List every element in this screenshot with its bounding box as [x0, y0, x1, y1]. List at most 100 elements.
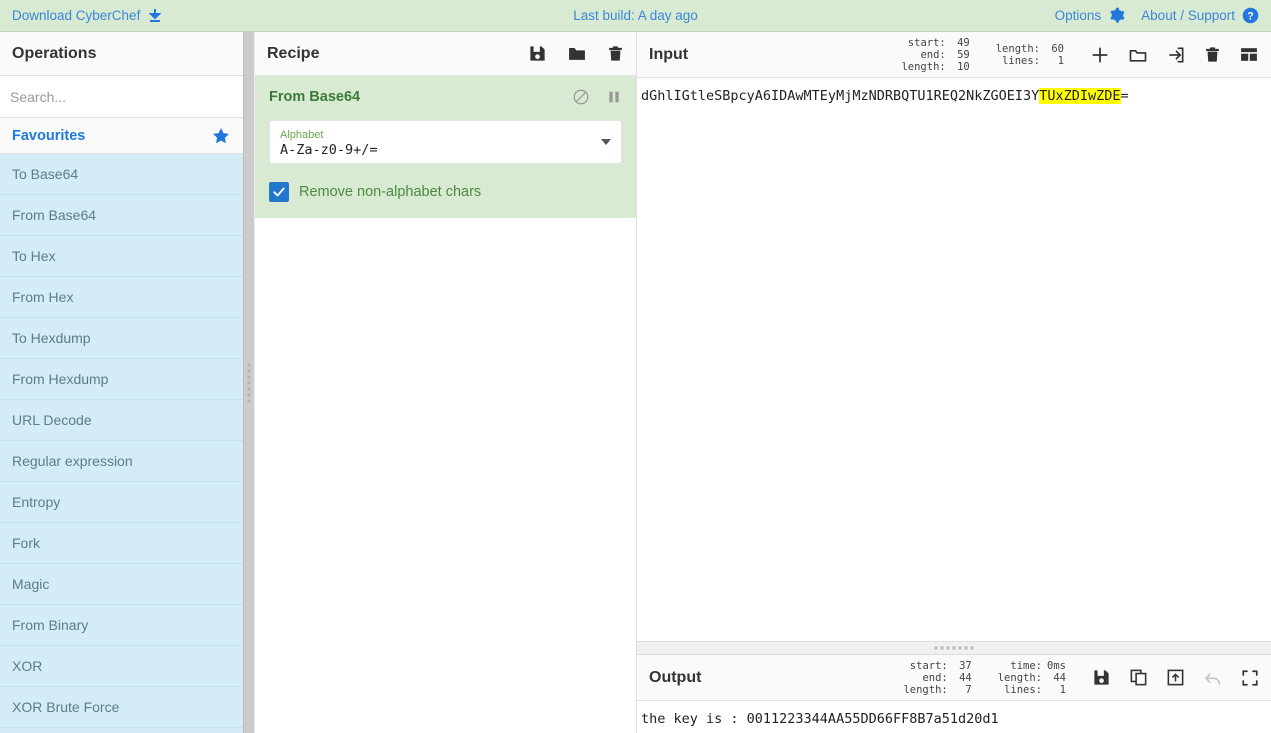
io-panel: Input start: 49 end: 59 length: 10 length: 6… [636, 32, 1271, 733]
operations-panel: Operations Favourites To Base64 From Bas… [0, 32, 243, 733]
disable-circle-slash-icon[interactable] [572, 88, 590, 106]
meta-value: 49 [957, 36, 970, 49]
list-item[interactable]: Magic [0, 564, 243, 605]
meta-value: 7 [965, 683, 972, 696]
input-text-after: = [1120, 88, 1129, 104]
save-icon[interactable] [528, 44, 547, 63]
input-header-icons [1090, 45, 1259, 65]
list-item[interactable]: XOR Brute Force [0, 687, 243, 728]
favourites-label: Favourites [12, 127, 86, 144]
recipe-operation-from-base64[interactable]: From Base64 Alphabet A-Za-z0-9+/= Remove… [255, 76, 636, 218]
recipe-operation-name: From Base64 [269, 89, 361, 105]
op-label: XOR Brute Force [12, 699, 120, 715]
meta-value: 44 [1053, 671, 1066, 684]
meta-key: length: [901, 60, 946, 73]
list-item[interactable]: XOR [0, 646, 243, 687]
op-label: To Hexdump [12, 330, 91, 346]
svg-text:?: ? [1247, 10, 1253, 22]
copy-icon[interactable] [1129, 668, 1148, 687]
op-label: Regular expression [12, 453, 133, 469]
splitter-grip-icon [247, 363, 251, 402]
splitter-grip-icon [934, 646, 974, 650]
output-textarea[interactable]: the key is : 0011223344AA55DD66FF8B7a51d… [637, 701, 1271, 733]
output-panel: Output start: 37 end: 44 length: 7 time: 0ms… [637, 655, 1271, 733]
input-output-splitter[interactable] [637, 641, 1271, 655]
remove-non-alphabet-row[interactable]: Remove non-alphabet chars [255, 164, 636, 202]
operations-list[interactable]: To Base64 From Base64 To Hex From Hex To… [0, 154, 243, 733]
remove-non-alphabet-checkbox[interactable] [269, 182, 289, 202]
operations-search-row [0, 76, 243, 118]
search-input[interactable] [10, 88, 233, 105]
op-label: URL Decode [12, 412, 92, 428]
list-item[interactable]: URL Decode [0, 400, 243, 441]
trash-icon[interactable] [607, 44, 624, 63]
list-item[interactable]: To Hex [0, 236, 243, 277]
main-area: Operations Favourites To Base64 From Bas… [0, 32, 1271, 733]
top-banner: Download CyberChef Last build: A day ago… [0, 0, 1271, 32]
op-label: Fork [12, 535, 40, 551]
maximise-icon[interactable] [1241, 669, 1259, 687]
about-support-link[interactable]: About / Support ? [1141, 7, 1259, 24]
meta-key: end: [920, 48, 946, 61]
input-header: Input start: 49 end: 59 length: 10 length: 6… [637, 32, 1271, 78]
open-folder-icon[interactable] [1128, 45, 1148, 65]
list-item[interactable]: To Base64 [0, 154, 243, 195]
download-icon [147, 8, 163, 24]
recipe-body[interactable]: From Base64 Alphabet A-Za-z0-9+/= Remove… [255, 76, 636, 733]
input-selection-meta: start: 49 end: 59 length: 10 [901, 37, 969, 73]
question-circle-icon: ? [1242, 7, 1259, 24]
meta-value: 60 [1051, 42, 1064, 55]
list-item[interactable]: To Hexdump [0, 318, 243, 359]
operations-title-label: Operations [12, 44, 97, 62]
meta-key: length: [997, 671, 1042, 684]
meta-key: length: [903, 683, 948, 696]
input-textarea[interactable]: dGhlIGtleSBpcyA6IDAwMTEyMjMzNDRBQTU1REQ2… [637, 78, 1271, 641]
pause-icon[interactable] [606, 88, 622, 106]
clear-trash-icon[interactable] [1204, 45, 1221, 64]
cyberchef-app: Download CyberChef Last build: A day ago… [0, 0, 1271, 733]
meta-value: 1 [1057, 54, 1064, 67]
op-label: To Base64 [12, 166, 79, 182]
folder-icon[interactable] [567, 44, 587, 63]
add-tab-icon[interactable] [1090, 45, 1110, 65]
alphabet-field[interactable]: Alphabet A-Za-z0-9+/= [269, 120, 622, 164]
input-title: Input [649, 45, 689, 63]
save-icon[interactable] [1092, 668, 1111, 687]
options-link[interactable]: Options [1055, 7, 1126, 24]
meta-key: start: [909, 659, 948, 672]
meta-key: start: [907, 36, 946, 49]
tabs-layout-icon[interactable] [1239, 45, 1259, 64]
download-link-label: Download CyberChef [12, 8, 141, 23]
recipe-operation-header: From Base64 [255, 76, 636, 116]
recipe-operation-controls [572, 88, 622, 106]
meta-key: time: [1010, 659, 1042, 672]
op-label: To Hex [12, 248, 56, 264]
list-item[interactable]: Regular expression [0, 441, 243, 482]
recipe-header: Recipe [255, 32, 636, 76]
input-length-meta: length: 60 lines: 1 [996, 43, 1064, 67]
download-cyberchef-link[interactable]: Download CyberChef [12, 8, 163, 24]
output-header: Output start: 37 end: 44 length: 7 time: 0ms… [637, 655, 1271, 701]
remove-non-alphabet-label: Remove non-alphabet chars [299, 184, 482, 200]
list-item[interactable]: Entropy [0, 482, 243, 523]
undo-icon[interactable] [1203, 668, 1223, 687]
star-icon [211, 126, 231, 146]
list-item[interactable]: From Binary [0, 605, 243, 646]
last-build-label: Last build: A day ago [573, 8, 698, 23]
list-item[interactable]: Fork [0, 523, 243, 564]
meta-value: 10 [957, 60, 970, 73]
import-icon[interactable] [1166, 45, 1186, 65]
export-icon[interactable] [1166, 668, 1185, 687]
favourites-header[interactable]: Favourites [0, 118, 243, 154]
recipe-title: Recipe [267, 44, 320, 62]
operations-title: Operations [0, 32, 243, 76]
list-item[interactable]: From Base64 [0, 195, 243, 236]
meta-value: 37 [959, 659, 972, 672]
chevron-down-icon[interactable] [601, 139, 611, 145]
list-item[interactable]: From Hex [0, 277, 243, 318]
list-item[interactable]: From Hexdump [0, 359, 243, 400]
banner-right: Options About / Support ? [1055, 7, 1259, 24]
output-stats-meta: time: 0ms length: 44 lines: 1 [998, 660, 1066, 696]
operations-recipe-splitter[interactable] [243, 32, 255, 733]
op-label: Entropy [12, 494, 61, 510]
